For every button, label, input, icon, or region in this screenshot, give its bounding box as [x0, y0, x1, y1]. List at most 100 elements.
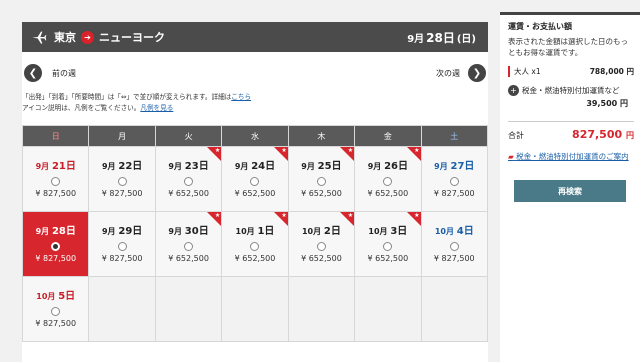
calendar-day[interactable]: 9月 27日 ¥ 827,500	[421, 147, 487, 211]
day-label: 10月 3日	[368, 222, 407, 237]
date-radio[interactable]	[51, 242, 61, 251]
day-month: 9月	[434, 162, 448, 171]
date-radio[interactable]	[250, 177, 260, 186]
re-search-button[interactable]: 再検索	[514, 180, 626, 202]
day-number: 24日	[251, 161, 276, 172]
calendar-day[interactable]: ★ 9月 30日 ¥ 652,500	[155, 212, 222, 276]
day-number: 1日	[257, 226, 275, 237]
date-radio[interactable]	[383, 177, 393, 186]
next-week-link[interactable]: 次の週	[436, 68, 460, 79]
date-radio[interactable]	[383, 242, 393, 251]
date-radio[interactable]	[51, 177, 61, 186]
star-icon: ★	[207, 147, 222, 161]
calendar-day[interactable]: ★ 10月 3日 ¥ 652,500	[355, 212, 421, 276]
date-radio[interactable]	[117, 177, 127, 186]
weekday-header: 月	[89, 126, 155, 146]
calendar-day[interactable]: ★ 10月 1日 ¥ 652,500	[222, 212, 288, 276]
calendar-empty-cell	[421, 277, 487, 341]
calendar-day[interactable]: ★ 9月 26日 ¥ 652,500	[355, 147, 421, 211]
route-bar: 東京 ➔ ニューヨーク 9月 28日 (日)	[22, 22, 488, 52]
day-label: 10月 1日	[236, 222, 275, 237]
date-day: 28日	[426, 30, 455, 45]
help-note: 「出発」「到着」「所要時間」は「⇔」で並び順が変えられます。詳細はこちら アイコ…	[22, 92, 488, 114]
star-icon: ★	[406, 147, 421, 161]
calendar-empty-cell	[288, 277, 355, 341]
calendar-day[interactable]: ★ 9月 24日 ¥ 652,500	[222, 147, 288, 211]
note-line-2: アイコン説明は、凡例をご覧ください。	[22, 104, 141, 112]
selected-date: 9月 28日 (日)	[407, 22, 476, 52]
fuel-link-text[interactable]: 税金・燃油特別付加運賃のご案内	[516, 152, 629, 161]
day-month: 9月	[234, 162, 249, 171]
date-radio[interactable]	[316, 242, 326, 251]
calendar-empty-cell	[89, 277, 155, 341]
day-number: 4日	[456, 226, 474, 237]
calendar-day[interactable]: 10月 4日 ¥ 827,500	[421, 212, 487, 276]
date-radio[interactable]	[449, 177, 459, 186]
weekday-header: 木	[288, 126, 355, 146]
fuel-surcharge-link[interactable]: ▰ 税金・燃油特別付加運賃のご案内	[508, 151, 634, 162]
day-month: 10月	[368, 227, 388, 236]
date-radio[interactable]	[117, 242, 127, 251]
star-icon: ★	[340, 147, 355, 161]
adult-fare-row: 大人 x1 788,000 円	[508, 66, 634, 77]
calendar-day[interactable]: ★ 10月 2日 ¥ 652,500	[288, 212, 355, 276]
calendar-day[interactable]: 9月 21日 ¥ 827,500	[23, 147, 89, 211]
day-label: 9月 22日	[102, 157, 142, 172]
calendar-day[interactable]: 9月 29日 ¥ 827,500	[89, 212, 155, 276]
day-label: 9月 24日	[235, 157, 275, 172]
plus-icon[interactable]: +	[508, 85, 519, 96]
details-link[interactable]: こちら	[231, 93, 251, 101]
calendar-empty-cell	[355, 277, 421, 341]
day-price: ¥ 827,500	[35, 254, 77, 263]
day-label: 9月 27日	[434, 157, 474, 172]
tax-row[interactable]: + 税金・燃油特別付加運賃など	[508, 85, 634, 96]
day-price: ¥ 652,500	[301, 189, 342, 198]
day-label: 9月 28日	[36, 222, 76, 237]
date-radio[interactable]	[250, 242, 260, 251]
day-number: 30日	[184, 226, 209, 237]
day-month: 10月	[235, 227, 255, 236]
day-number: 29日	[118, 226, 143, 237]
summary-description: 表示された金額は選択した日のもっともお得な運賃です。	[508, 37, 628, 57]
date-radio[interactable]	[51, 307, 61, 316]
calendar-empty-cell	[222, 277, 288, 341]
prev-week-link[interactable]: 前の週	[52, 68, 76, 79]
adult-amount: 788,000 円	[589, 67, 634, 76]
star-icon: ★	[406, 212, 421, 226]
calendar-day-selected[interactable]: 9月 28日 ¥ 827,500	[23, 212, 89, 276]
day-price: ¥ 827,500	[35, 319, 77, 328]
next-week-button[interactable]: ❯	[468, 64, 486, 82]
day-price: ¥ 827,500	[101, 189, 143, 198]
day-month: 9月	[168, 162, 182, 171]
day-month: 9月	[101, 227, 116, 236]
day-label: 9月 30日	[168, 222, 208, 237]
chevron-right-icon: ❯	[472, 67, 482, 79]
legend-link[interactable]: 凡例を見る	[140, 104, 173, 112]
date-radio[interactable]	[449, 242, 459, 251]
calendar-day[interactable]: 9月 22日 ¥ 827,500	[89, 147, 155, 211]
day-month: 10月	[36, 292, 56, 301]
tax-label: 税金・燃油特別付加運賃など	[522, 86, 620, 95]
prev-week-button[interactable]: ❮	[24, 64, 42, 82]
day-number: 28日	[51, 226, 76, 237]
calendar-day[interactable]: ★ 9月 25日 ¥ 652,500	[288, 147, 355, 211]
day-label: 9月 23日	[168, 157, 208, 172]
day-price: ¥ 652,500	[168, 254, 209, 263]
day-label: 10月 2日	[302, 222, 341, 237]
date-radio[interactable]	[184, 177, 194, 186]
day-price: ¥ 652,500	[367, 189, 409, 198]
weekday-header: 日	[23, 126, 89, 146]
day-price: ¥ 652,500	[301, 254, 342, 263]
day-label: 9月 25日	[301, 157, 341, 172]
origin-city: 東京	[54, 31, 76, 44]
calendar-day[interactable]: 10月 5日 ¥ 827,500	[23, 277, 89, 341]
route-arrow-icon: ➔	[81, 30, 94, 44]
date-radio[interactable]	[184, 242, 194, 251]
day-number: 3日	[390, 226, 408, 237]
star-icon: ★	[340, 212, 355, 226]
total-unit: 円	[626, 131, 634, 140]
date-radio[interactable]	[316, 177, 326, 186]
day-number: 5日	[58, 291, 76, 302]
weekday-header: 水	[222, 126, 288, 146]
calendar-day[interactable]: ★ 9月 23日 ¥ 652,500	[155, 147, 222, 211]
